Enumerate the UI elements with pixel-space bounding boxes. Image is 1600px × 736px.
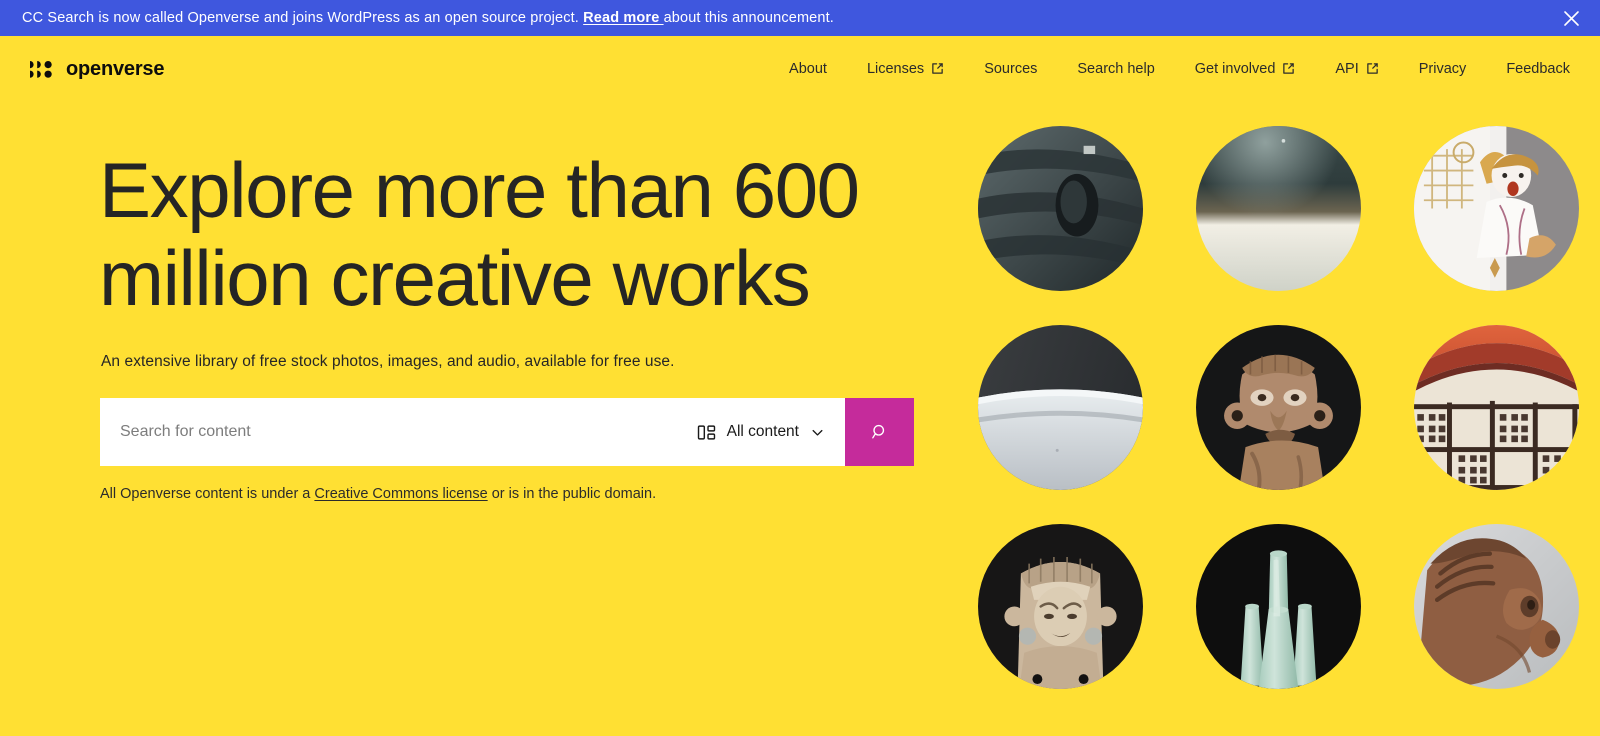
site-header: openverse About Licenses Sources Search … — [0, 36, 1600, 102]
search-input[interactable] — [100, 398, 687, 467]
nav-item-feedback[interactable]: Feedback — [1486, 55, 1574, 83]
brand-home-link[interactable]: openverse — [30, 59, 164, 79]
nav-label: Sources — [984, 61, 1038, 77]
external-link-icon — [1366, 62, 1378, 74]
nav-label: Feedback — [1506, 61, 1570, 77]
license-note-after: or is in the public domain. — [487, 486, 657, 503]
external-link-icon — [932, 62, 943, 74]
white-ceramic-bowl-image — [978, 325, 1143, 490]
search-submit-button[interactable] — [845, 398, 914, 467]
nav-label: Privacy — [1418, 61, 1467, 77]
nav-item-about[interactable]: About — [769, 55, 847, 83]
hero-section: Explore more than 600 million creative w… — [0, 102, 940, 736]
nav-item-search-help[interactable]: Search help — [1057, 55, 1174, 83]
nav-label: API — [1335, 61, 1359, 77]
hero-subtitle: An extensive library of free stock photo… — [101, 353, 675, 371]
primary-navigation: About Licenses Sources Search help Get i… — [769, 55, 1574, 83]
dark-stone-carving-image — [978, 126, 1143, 291]
nav-item-licenses[interactable]: Licenses — [847, 55, 964, 83]
external-link-icon — [1283, 62, 1295, 74]
painted-clay-pot-image — [1414, 325, 1579, 490]
brand-name: openverse — [66, 58, 165, 80]
nav-label: About — [789, 61, 827, 77]
clay-profile-head-image — [1414, 524, 1579, 689]
nav-label: Search help — [1077, 61, 1155, 77]
search-bar: All content — [100, 398, 914, 467]
nav-label: Get involved — [1194, 61, 1276, 77]
collage-item-celadon-multi-spout-vase[interactable] — [1196, 524, 1361, 689]
collage-item-glazed-ceramic-vessel[interactable] — [1196, 126, 1361, 291]
page-title: Explore more than 600 million creative w… — [99, 146, 860, 323]
license-note-before: All Openverse content is under a — [100, 486, 315, 503]
collage-item-white-ceramic-bowl[interactable] — [978, 325, 1143, 490]
carved-stone-deity-image — [978, 524, 1143, 689]
announcement-text: CC Search is now called Openverse and jo… — [22, 10, 834, 26]
announcement-text-after: about this announcement. — [663, 10, 834, 26]
announcement-text-before: CC Search is now called Openverse and jo… — [22, 10, 584, 26]
search-icon — [871, 425, 884, 439]
creative-commons-license-link[interactable]: Creative Commons license — [314, 486, 487, 502]
close-icon — [1563, 10, 1579, 26]
nav-label: Licenses — [866, 61, 925, 77]
nav-item-privacy[interactable]: Privacy — [1399, 55, 1487, 83]
content-type-selector[interactable]: All content — [686, 398, 845, 467]
nav-item-get-involved[interactable]: Get involved — [1175, 55, 1316, 83]
collage-item-clay-profile-head[interactable] — [1414, 524, 1579, 689]
glazed-ceramic-vessel-image — [1196, 126, 1361, 291]
license-note: All Openverse content is under a Creativ… — [100, 486, 940, 502]
celadon-multi-spout-vase-image — [1196, 524, 1361, 689]
banner-close-button[interactable] — [1556, 3, 1586, 33]
read-more-link[interactable]: Read more — [583, 10, 663, 26]
porcelain-figurine-image — [1414, 126, 1579, 291]
collage-item-carved-stone-deity[interactable] — [978, 524, 1143, 689]
openverse-logo-icon — [30, 60, 52, 78]
collage-item-dark-stone-carving[interactable] — [978, 126, 1143, 291]
nav-item-sources[interactable]: Sources — [964, 55, 1057, 83]
collage-item-painted-clay-pot[interactable] — [1414, 325, 1579, 490]
content-type-icon — [697, 425, 715, 440]
nav-item-api[interactable]: API — [1315, 55, 1398, 83]
content-type-label: All content — [726, 423, 799, 441]
collage-item-porcelain-figurine[interactable] — [1414, 126, 1579, 291]
image-collage — [961, 102, 1600, 736]
main-content: Explore more than 600 million creative w… — [0, 102, 1600, 736]
chevron-down-icon — [812, 429, 823, 436]
announcement-banner: CC Search is now called Openverse and jo… — [0, 0, 1600, 36]
collage-item-terracotta-head-figure[interactable] — [1196, 325, 1361, 490]
terracotta-head-figure-image — [1196, 325, 1361, 490]
